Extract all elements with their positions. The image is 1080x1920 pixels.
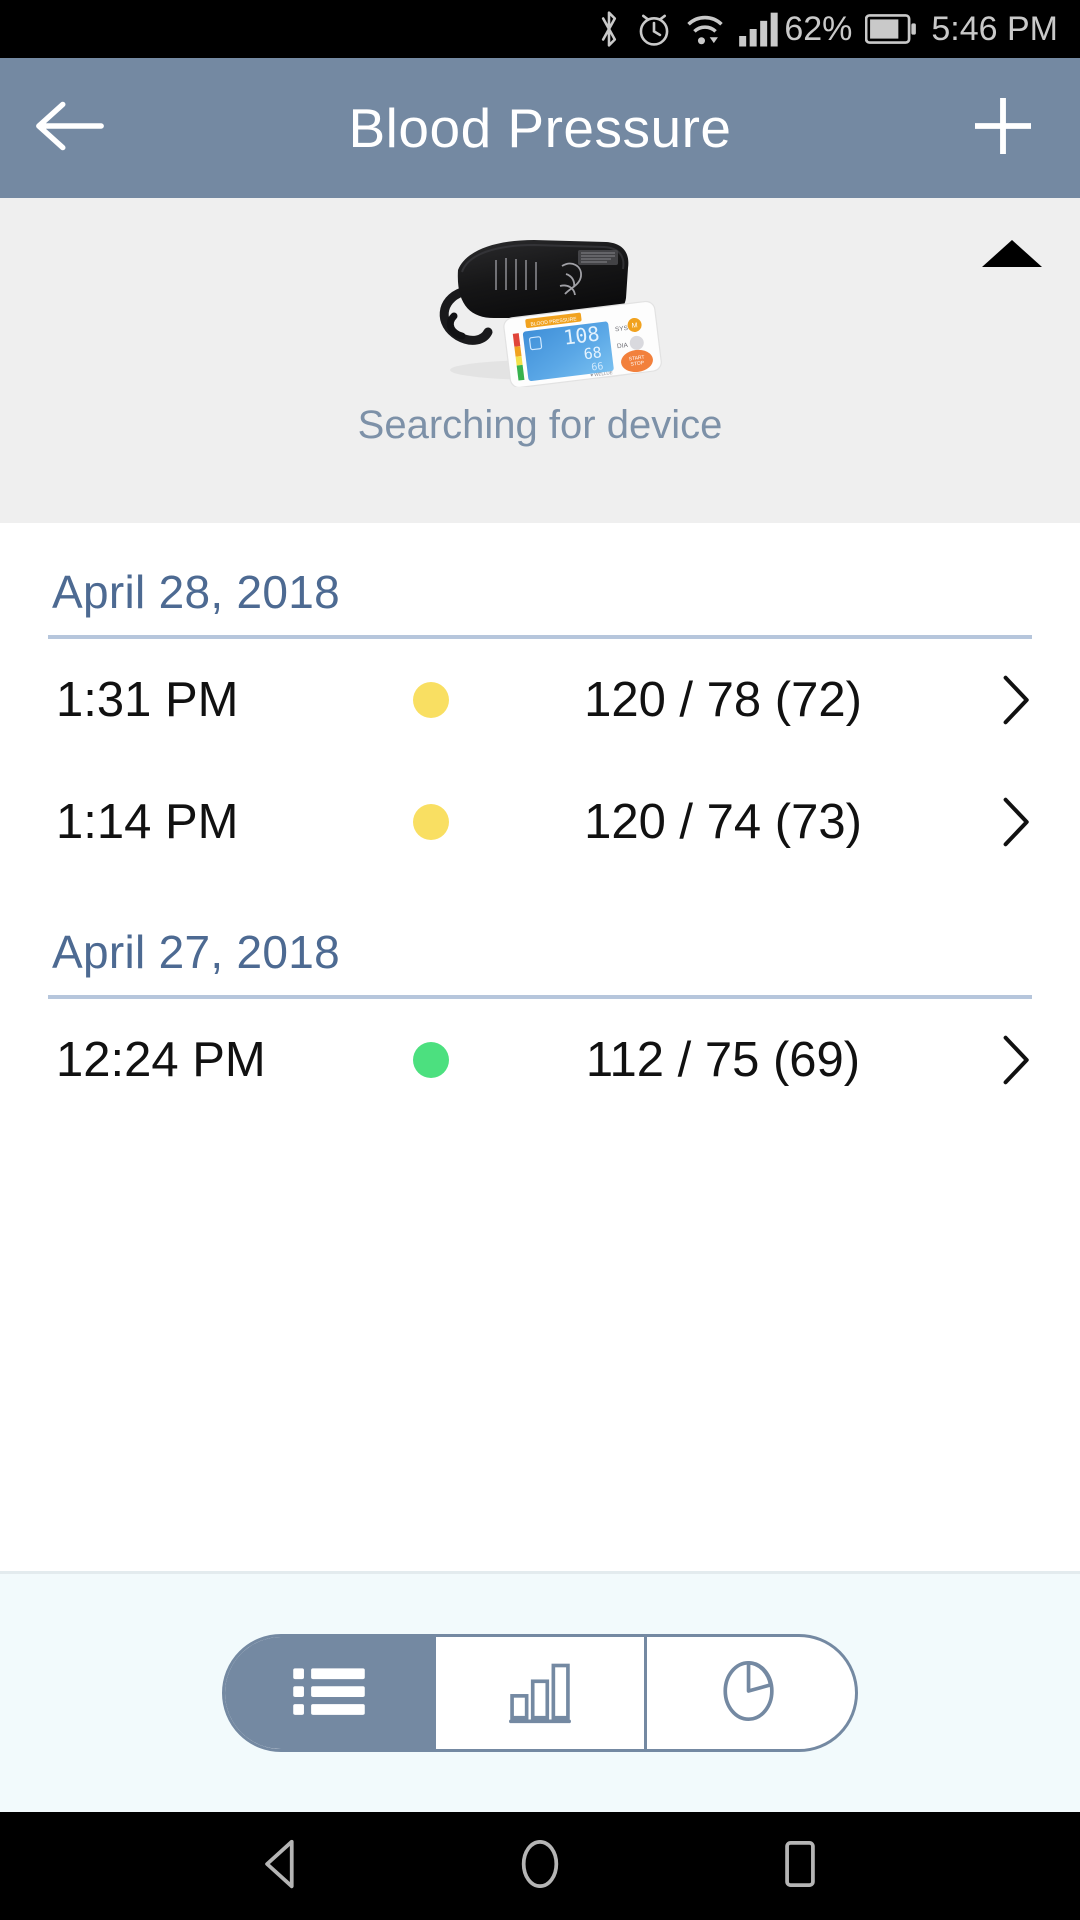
table-row[interactable]: 12:24 PM 112 / 75 (69) xyxy=(0,999,1080,1121)
chevron-right-icon[interactable] xyxy=(984,673,1032,727)
page-title: Blood Pressure xyxy=(348,97,732,159)
svg-text:68: 68 xyxy=(583,343,603,363)
tab-list-view[interactable] xyxy=(225,1637,433,1749)
back-triangle-icon xyxy=(257,1837,303,1896)
home-circle-icon xyxy=(516,1836,564,1897)
caret-up-icon xyxy=(982,239,1042,267)
status-dot-icon xyxy=(413,804,449,840)
device-panel: BLOOD PRESSURE 108 68 66 SYS DIA M START… xyxy=(0,198,1080,523)
list-icon xyxy=(288,1660,370,1727)
reading-time: 12:24 PM xyxy=(56,1033,266,1087)
chevron-right-icon[interactable] xyxy=(984,1033,1032,1087)
readings-list: April 28, 2018 1:31 PM 120 / 78 (72) 1:1… xyxy=(0,523,1080,1571)
chevron-right-icon[interactable] xyxy=(984,795,1032,849)
battery-percent-label: 62% xyxy=(784,9,853,48)
back-button[interactable] xyxy=(10,58,130,198)
bluetooth-icon xyxy=(595,9,623,49)
status-badge xyxy=(366,682,496,718)
nav-recents-button[interactable] xyxy=(745,1812,855,1920)
app-bar: Blood Pressure xyxy=(0,58,1080,198)
table-row[interactable]: 1:31 PM 120 / 78 (72) xyxy=(0,639,1080,761)
readings-group: April 28, 2018 1:31 PM 120 / 78 (72) 1:1… xyxy=(0,523,1080,883)
reading-value: 112 / 75 (69) xyxy=(585,1033,861,1087)
plus-icon xyxy=(968,91,1038,166)
date-header: April 27, 2018 xyxy=(52,926,341,978)
status-dot-icon xyxy=(413,682,449,718)
phone-screen: 62% 5:46 PM Blood Pressure BLOOD PRESSUR… xyxy=(0,0,1080,1920)
signal-icon xyxy=(738,10,780,48)
svg-text:DIA: DIA xyxy=(617,342,629,350)
segmented-control xyxy=(222,1634,858,1752)
tab-bar-chart-view[interactable] xyxy=(433,1637,647,1749)
reading-value: 120 / 78 (72) xyxy=(584,673,862,727)
view-mode-tabbar xyxy=(0,1571,1080,1812)
status-badge xyxy=(366,804,496,840)
reading-value: 120 / 74 (73) xyxy=(584,795,862,849)
table-row[interactable]: 1:14 PM 120 / 74 (73) xyxy=(0,761,1080,883)
battery-icon xyxy=(865,13,917,45)
arrow-left-icon xyxy=(34,98,106,159)
reading-time: 1:14 PM xyxy=(56,795,239,849)
nav-home-button[interactable] xyxy=(485,1812,595,1920)
status-dot-icon xyxy=(413,1042,449,1078)
alarm-icon xyxy=(636,10,672,48)
add-reading-button[interactable] xyxy=(938,58,1068,198)
tab-pie-chart-view[interactable] xyxy=(647,1637,855,1749)
android-nav-bar xyxy=(0,1812,1080,1920)
nav-back-button[interactable] xyxy=(225,1812,335,1920)
collapse-device-panel-button[interactable] xyxy=(972,218,1052,288)
blood-pressure-monitor-image: BLOOD PRESSURE 108 68 66 SYS DIA M START… xyxy=(410,212,670,389)
date-header: April 28, 2018 xyxy=(52,566,341,618)
readings-group: April 27, 2018 12:24 PM 112 / 75 (69) xyxy=(0,883,1080,1121)
reading-time: 1:31 PM xyxy=(56,673,239,727)
status-bar-clock: 5:46 PM xyxy=(931,9,1058,48)
svg-text:M: M xyxy=(631,322,638,330)
status-bar: 62% 5:46 PM xyxy=(0,0,1080,58)
status-badge xyxy=(366,1042,496,1078)
device-status-label: Searching for device xyxy=(357,403,723,447)
bar-chart-icon xyxy=(502,1657,578,1730)
pie-chart-icon xyxy=(713,1655,789,1732)
wifi-icon xyxy=(685,10,725,48)
recents-square-icon xyxy=(779,1837,821,1896)
